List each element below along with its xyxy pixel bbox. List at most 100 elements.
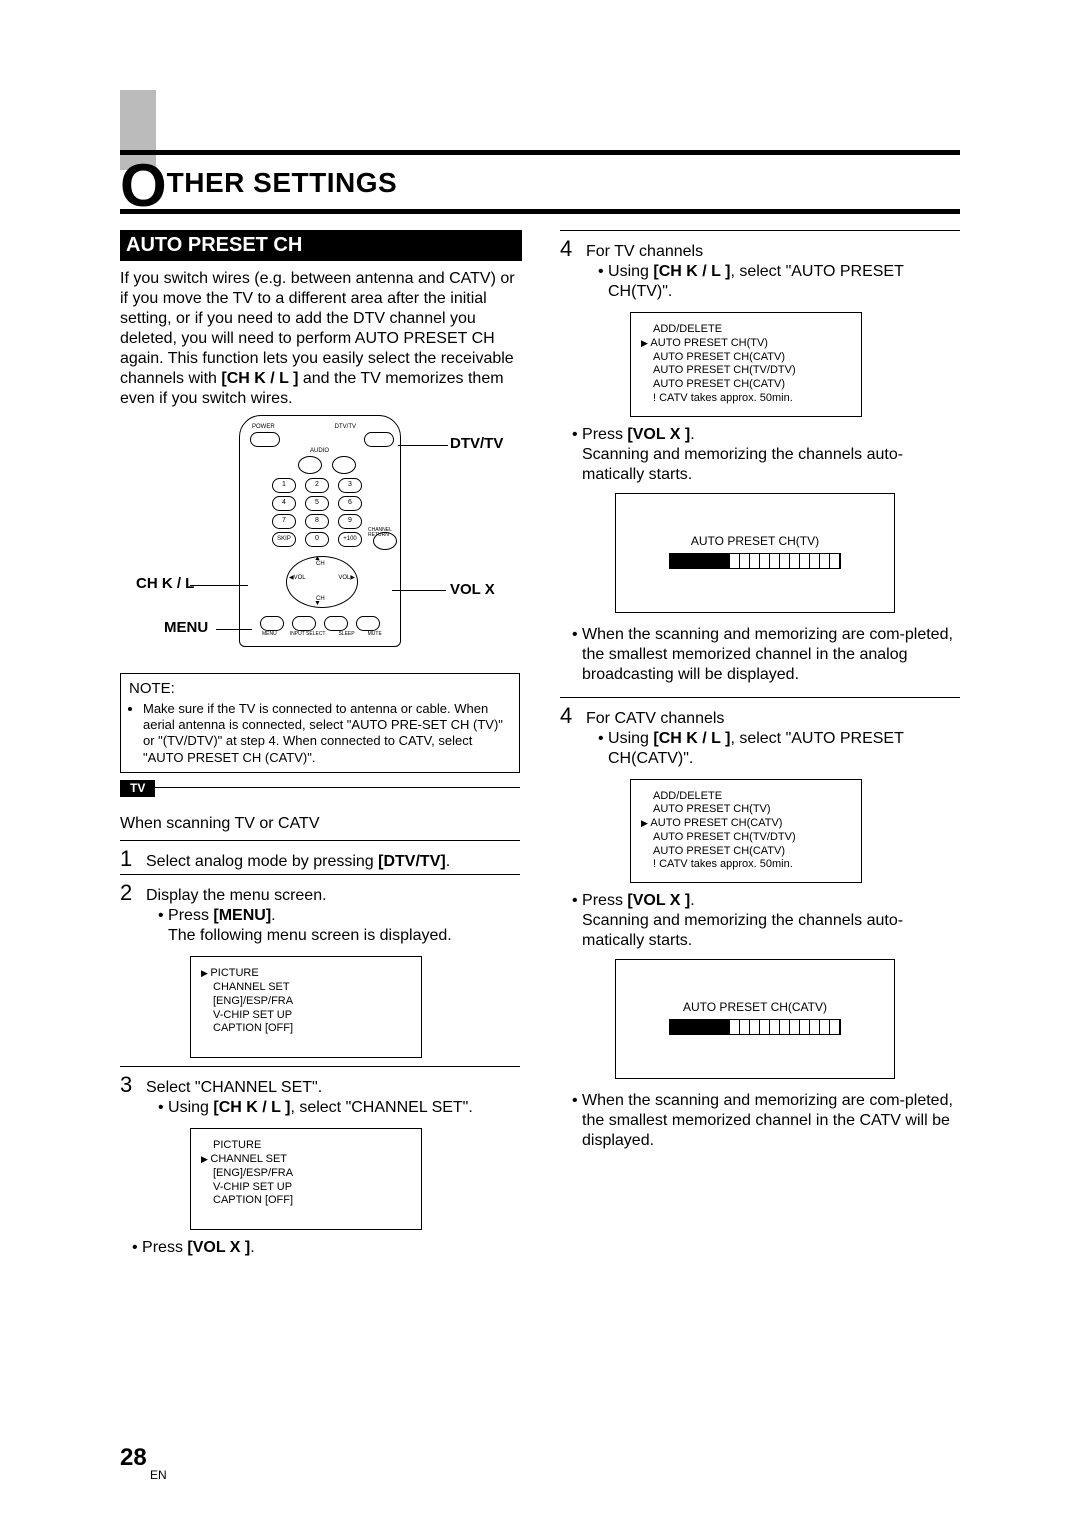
menu-button	[260, 616, 284, 631]
chapter-first-letter: O	[120, 152, 167, 219]
menu2-l3: [ENG]/ESP/FRA	[201, 1167, 411, 1181]
label-menu: MENU	[164, 619, 208, 638]
key-7: 7	[272, 514, 296, 529]
step-3-num: 3	[120, 1071, 138, 1099]
key-4: 4	[272, 496, 296, 511]
dpad: ▲ ▼ ◀VOL VOL▶ CH CH	[286, 556, 358, 608]
pvcatv-a: • Press	[572, 892, 627, 909]
menucatv-l6: ! CATV takes approx. 50min.	[641, 858, 851, 872]
menucatv-l1: ADD/DELETE	[641, 790, 851, 804]
key-8: 8	[305, 514, 329, 529]
done-tv-text: • When the scanning and memorizing are c…	[582, 625, 960, 685]
page-number: 28	[120, 1444, 147, 1471]
note-bullet: Make sure if the TV is connected to ante…	[143, 701, 511, 766]
step-2-num: 2	[120, 879, 138, 907]
page-lang: EN	[150, 1468, 167, 1482]
key-3: 3	[338, 478, 362, 493]
progress-catv-label: AUTO PRESET CH(CATV)	[616, 1000, 894, 1015]
note-heading: NOTE:	[129, 680, 511, 699]
step-2-b1b: [MENU]	[213, 907, 271, 924]
line-menu	[216, 629, 252, 630]
key-5: 5	[305, 496, 329, 511]
menutv-l6: ! CATV takes approx. 50min.	[641, 392, 851, 406]
remote-control: POWER DTV/TV AUDIO 1 2 3	[239, 415, 401, 647]
press-vol-catv: • Press [VOL X ].	[582, 891, 960, 911]
menucatv-l2: AUTO PRESET CH(TV)	[641, 803, 851, 817]
step-3: 3 Select "CHANNEL SET". • Using [CH K / …	[120, 1066, 520, 1120]
menu-screen-2: PICTURE CHANNEL SET [ENG]/ESP/FRA V-CHIP…	[190, 1128, 422, 1230]
step-1-b: [DTV/TV]	[378, 853, 446, 870]
menu2-l1: PICTURE	[201, 1139, 411, 1153]
step-4catv-b1a: • Using	[598, 730, 653, 747]
key-9: 9	[338, 514, 362, 529]
right-column: 4 For TV channels • Using [CH K / L ], s…	[560, 230, 960, 1258]
dtvtv-button	[364, 432, 394, 447]
left-column: AUTO PRESET CH If you switch wires (e.g.…	[120, 230, 520, 1258]
step-1: 1 Select analog mode by pressing [DTV/TV…	[120, 840, 520, 875]
section-title: AUTO PRESET CH	[120, 230, 522, 261]
mute-button	[356, 616, 380, 631]
done-catv-text: • When the scanning and memorizing are c…	[582, 1091, 960, 1151]
key-plus100: +100	[338, 532, 362, 547]
menu2-l2: CHANNEL SET	[201, 1153, 411, 1167]
line-ch	[190, 585, 248, 586]
sleep-button	[324, 616, 348, 631]
menu-screen-1: PICTURE CHANNEL SET [ENG]/ESP/FRA V-CHIP…	[190, 956, 422, 1058]
line-dtv	[398, 445, 448, 446]
chapter-rest: THER SETTINGS	[167, 167, 398, 198]
menutv-l1: ADD/DELETE	[641, 323, 851, 337]
intro-paragraph: If you switch wires (e.g. between antenn…	[120, 269, 520, 409]
step-3-b1b: [CH K / L ]	[213, 1099, 290, 1116]
vol-right: VOL	[338, 575, 350, 581]
audio-r-button	[332, 456, 356, 474]
step-4catv-title: For CATV channels	[586, 709, 960, 729]
line-vol	[392, 590, 446, 591]
audio-l-button	[298, 456, 322, 474]
progress-bar-tv	[669, 553, 841, 569]
step-2-line2: The following menu screen is displayed.	[168, 926, 520, 946]
note-box: NOTE: Make sure if the TV is connected t…	[120, 673, 520, 773]
step-2: 2 Display the menu screen. • Press [MENU…	[120, 874, 520, 948]
label-vol: VOL X	[450, 581, 495, 600]
progress-catv: AUTO PRESET CH(CATV)	[615, 959, 895, 1079]
press-vol-tv: • Press [VOL X ].	[582, 425, 960, 445]
label-ch: CH K / L	[136, 575, 194, 594]
step-1-num: 1	[120, 845, 138, 873]
step-1-c: .	[446, 853, 450, 870]
audio-label: AUDIO	[310, 448, 329, 456]
tv-line: TV	[120, 787, 520, 808]
step-4-catv: 4 For CATV channels • Using [CH K / L ],…	[560, 697, 960, 771]
dtvtv-label: DTV/TV	[335, 424, 356, 432]
key-1: 1	[272, 478, 296, 493]
step-4tv-title: For TV channels	[586, 242, 960, 262]
power-label: POWER	[252, 424, 275, 432]
menu1-l2: CHANNEL SET	[201, 981, 411, 995]
step-4tv-num: 4	[560, 235, 578, 263]
pv-c: .	[250, 1239, 254, 1256]
key-0: 0	[305, 532, 329, 547]
menu2-l5: CAPTION [OFF]	[201, 1194, 411, 1208]
menutv-l3: AUTO PRESET CH(CATV)	[641, 351, 851, 365]
chapter-heading: OTHER SETTINGS	[120, 150, 960, 214]
menu1-l4: V-CHIP SET UP	[201, 1009, 411, 1023]
step-1-a: Select analog mode by pressing	[146, 853, 378, 870]
menucatv-l3: AUTO PRESET CH(CATV)	[641, 817, 851, 831]
menu1-l3: [ENG]/ESP/FRA	[201, 995, 411, 1009]
menu-lbl: MENU	[262, 631, 277, 637]
menu2-l4: V-CHIP SET UP	[201, 1181, 411, 1195]
step-4tv-b1b: [CH K / L ]	[653, 263, 730, 280]
key-2: 2	[305, 478, 329, 493]
label-dtv: DTV/TV	[450, 435, 503, 454]
progress-tv: AUTO PRESET CH(TV)	[615, 493, 895, 613]
menucatv-l4: AUTO PRESET CH(TV/DTV)	[641, 831, 851, 845]
step-4catv-num: 4	[560, 702, 578, 730]
progress-tv-label: AUTO PRESET CH(TV)	[616, 534, 894, 549]
scan-catv-text: Scanning and memorizing the channels aut…	[582, 911, 960, 951]
step-4catv-b1b: [CH K / L ]	[653, 730, 730, 747]
step-2-b1c: .	[271, 907, 275, 924]
progress-bar-catv	[669, 1019, 841, 1035]
tv-tag: TV	[120, 780, 155, 797]
pvcatv-c: .	[690, 892, 694, 909]
step-2-b1a: • Press	[158, 907, 213, 924]
key-skip: SKIP	[272, 532, 296, 547]
